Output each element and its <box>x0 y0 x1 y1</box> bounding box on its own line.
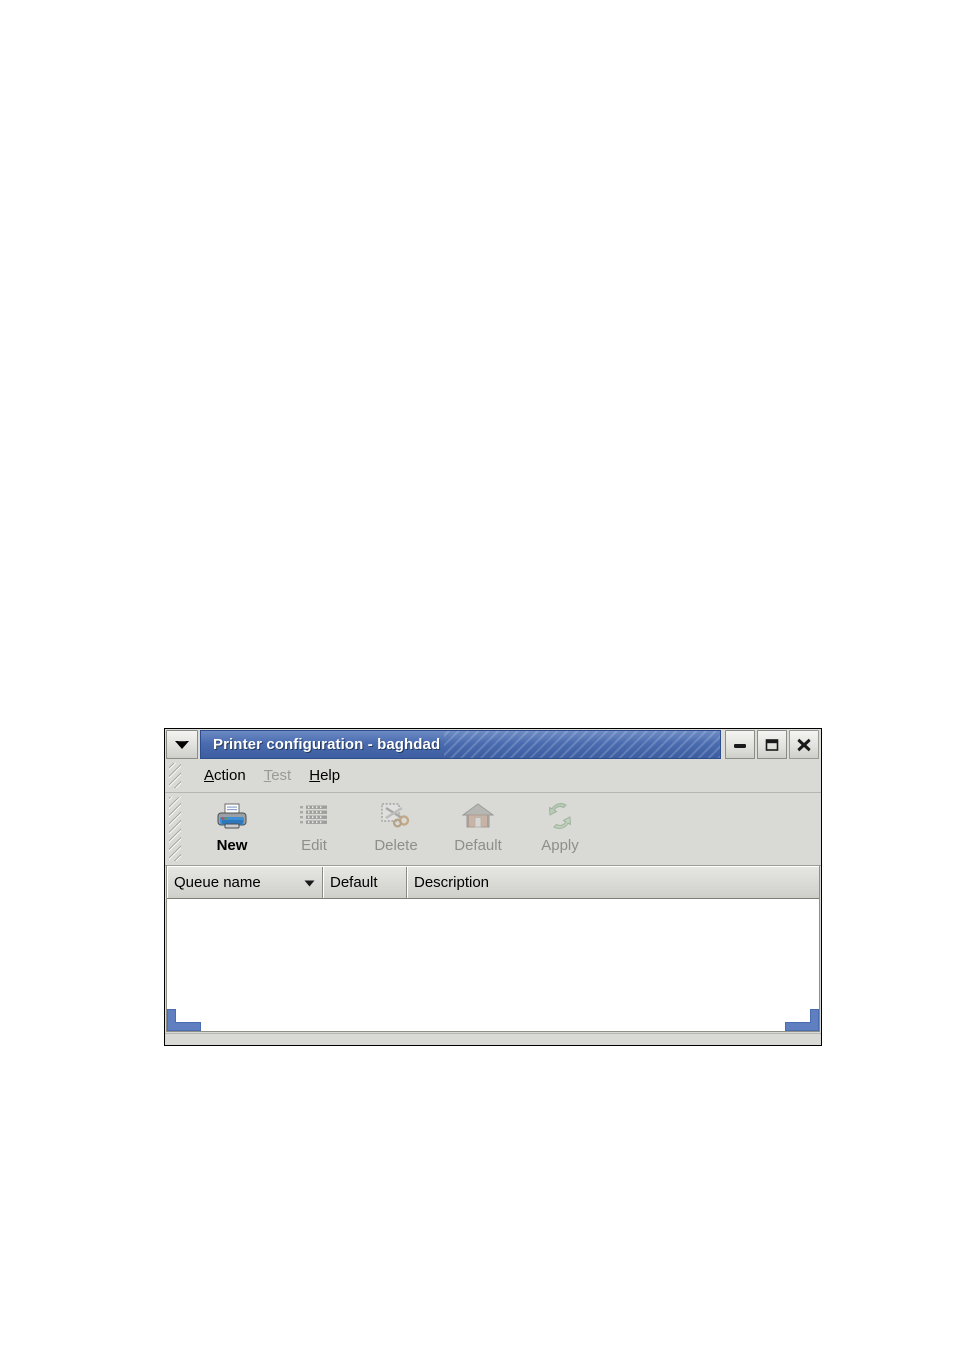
set-default-label: Default <box>454 837 502 854</box>
sort-descending-icon <box>304 874 315 891</box>
toolbar: New Edit Delete Default Apply <box>165 793 821 866</box>
close-icon <box>796 737 812 753</box>
apply-button: Apply <box>519 797 601 854</box>
edit-list-icon <box>297 799 331 833</box>
toolbar-items: New Edit Delete Default Apply <box>181 793 601 865</box>
window-bottom-edge <box>165 1033 821 1045</box>
printer-configuration-window: Printer configuration - baghdad Action T… <box>164 728 822 1046</box>
printer-list-body[interactable] <box>167 899 819 1031</box>
window-title: Printer configuration - baghdad <box>201 731 445 758</box>
minimize-button[interactable] <box>725 730 755 759</box>
close-button[interactable] <box>789 730 819 759</box>
new-printer-button[interactable]: New <box>191 797 273 854</box>
new-printer-label: New <box>216 837 248 854</box>
menu-item-action-mnemonic: A <box>204 767 215 784</box>
maximize-button[interactable] <box>757 730 787 759</box>
maximize-icon <box>764 738 780 752</box>
menubar-items: Action Test Help <box>181 764 349 787</box>
menu-item-help-mnemonic: H <box>309 767 321 784</box>
column-header-default[interactable]: Default <box>323 867 407 898</box>
window-menu-button[interactable] <box>166 730 198 759</box>
menubar-drag-handle-icon[interactable] <box>165 759 181 792</box>
column-header-description-label: Description <box>414 874 490 891</box>
home-icon <box>461 799 495 833</box>
resize-grip-bottom-left[interactable] <box>167 1009 201 1031</box>
minimize-icon <box>732 739 748 751</box>
toolbar-drag-handle-icon[interactable] <box>165 793 181 865</box>
delete-printer-button: Delete <box>355 797 437 854</box>
printer-list-header: Queue name Default Description <box>167 866 819 899</box>
scissors-cut-icon <box>379 799 413 833</box>
edit-printer-label: Edit <box>301 837 327 854</box>
edit-printer-button: Edit <box>273 797 355 854</box>
column-header-queue-name-label: Queue name <box>174 874 261 891</box>
menu-item-test: Test <box>263 767 292 784</box>
menu-item-help[interactable]: Help <box>300 764 349 787</box>
column-header-description[interactable]: Description <box>407 867 819 898</box>
delete-printer-label: Delete <box>374 837 418 854</box>
menubar: Action Test Help <box>165 759 821 793</box>
printer-list: Queue name Default Description <box>166 866 820 1032</box>
printer-icon <box>215 799 249 833</box>
menu-item-action[interactable]: Action <box>195 764 255 787</box>
chevron-down-icon <box>173 739 191 751</box>
resize-grip-bottom-right[interactable] <box>785 1009 819 1031</box>
refresh-arrows-icon <box>543 799 577 833</box>
set-default-button: Default <box>437 797 519 854</box>
menu-item-test-mnemonic: T <box>263 767 272 784</box>
apply-label: Apply <box>541 837 579 854</box>
column-header-queue-name[interactable]: Queue name <box>167 867 323 898</box>
titlebar[interactable]: Printer configuration - baghdad <box>165 729 821 759</box>
window-title-strip[interactable]: Printer configuration - baghdad <box>200 730 721 759</box>
window-controls <box>723 730 819 759</box>
column-header-default-label: Default <box>330 874 378 891</box>
